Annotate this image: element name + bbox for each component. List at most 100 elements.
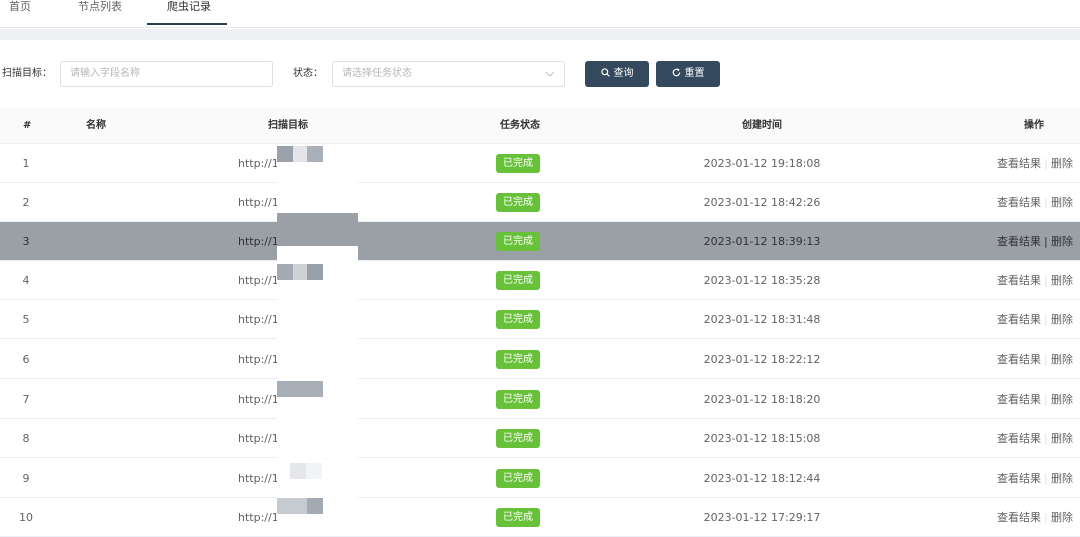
status-badge: 已完成 [496,469,540,488]
redaction-pixel [277,264,293,280]
status-label: 状态： [293,68,323,79]
row-time: 2023-01-12 19:18:08 [703,157,821,170]
view-result-link[interactable]: 查看结果 [997,380,1041,419]
row-time: 2023-01-12 18:35:28 [703,274,821,287]
row-time: 2023-01-12 18:12:44 [703,472,821,485]
delete-link[interactable]: 删除 [1051,380,1073,419]
row-time: 2023-01-12 18:31:48 [703,313,821,326]
table-row[interactable]: 10 http://10 已完成 2023-01-12 17:29:17 查看结… [0,498,1080,537]
row-index: 8 [22,432,30,445]
header-status: 任务状态 [500,120,540,131]
view-result-link[interactable]: 查看结果 [997,300,1041,339]
table-row[interactable]: 7 http://10 已完成 2023-01-12 18:18:20 查看结果… [0,380,1080,419]
row-time: 2023-01-12 18:15:08 [703,432,821,445]
row-index: 3 [22,235,30,248]
table-row[interactable]: 2 http://10 已完成 2023-01-12 18:42:26 查看结果… [0,183,1080,222]
row-time: 2023-01-12 18:42:26 [703,196,821,209]
redaction-pixel [293,264,307,280]
redaction-pixel [277,381,323,397]
delete-link[interactable]: 删除 [1051,222,1073,261]
target-search-input[interactable]: 请输入字段名称 [60,61,273,87]
action-separator: | [1044,353,1048,366]
view-result-link[interactable]: 查看结果 [997,183,1041,222]
redaction-pixel [307,264,323,280]
status-badge: 已完成 [496,154,540,173]
view-result-link[interactable]: 查看结果 [997,459,1041,498]
table-row[interactable]: 1 http://10 已完成 2023-01-12 19:18:08 查看结果… [0,144,1080,183]
tab-home[interactable]: 首页 [9,0,31,27]
table-header: # 名称 扫描目标 任务状态 创建时间 操作 [0,108,1080,144]
row-time: 2023-01-12 17:29:17 [703,511,821,524]
row-index: 6 [22,353,30,366]
header-target: 扫描目标 [268,120,308,131]
delete-link[interactable]: 删除 [1051,459,1073,498]
view-result-link[interactable]: 查看结果 [997,261,1041,300]
delete-link[interactable]: 删除 [1051,498,1073,537]
table-row[interactable]: 6 http://10 已完成 2023-01-12 18:22:12 查看结果… [0,340,1080,379]
status-badge: 已完成 [496,429,540,448]
table-row[interactable]: 4 http://10 已完成 2023-01-12 18:35:28 查看结果… [0,261,1080,300]
view-result-link[interactable]: 查看结果 [997,498,1041,537]
status-badge: 已完成 [496,232,540,251]
query-button[interactable]: 查询 [585,61,649,87]
row-index: 10 [19,511,33,524]
row-time: 2023-01-12 18:39:13 [703,235,821,248]
delete-link[interactable]: 删除 [1051,183,1073,222]
row-index: 7 [22,393,30,406]
status-badge: 已完成 [496,193,540,212]
delete-link[interactable]: 删除 [1051,300,1073,339]
row-time: 2023-01-12 18:22:12 [703,353,821,366]
header-name: 名称 [86,120,106,131]
view-result-link[interactable]: 查看结果 [997,144,1041,183]
redaction-pixel [277,213,358,246]
status-badge: 已完成 [496,350,540,369]
status-badge: 已完成 [496,310,540,329]
reset-button[interactable]: 重置 [656,61,720,87]
section-divider [0,29,1080,40]
action-separator: | [1044,511,1048,524]
status-select[interactable]: 请选择任务状态 [332,61,565,87]
view-result-link[interactable]: 查看结果 [997,340,1041,379]
action-separator: | [1044,472,1048,485]
top-nav: 首页 节点列表 爬虫记录 [0,0,1080,28]
view-result-link[interactable]: 查看结果 [997,222,1041,261]
table-row[interactable]: 5 http://10 已完成 2023-01-12 18:31:48 查看结果… [0,300,1080,339]
action-separator: | [1044,274,1048,287]
row-index: 9 [22,472,30,485]
row-time: 2023-01-12 18:18:20 [703,393,821,406]
delete-link[interactable]: 删除 [1051,144,1073,183]
row-index: 5 [22,313,30,326]
search-icon [600,68,610,77]
action-separator: | [1044,235,1048,248]
action-separator: | [1044,196,1048,209]
chevron-down-icon [545,71,555,77]
table-row[interactable]: 9 http://10 已完成 2023-01-12 18:12:44 查看结果… [0,459,1080,498]
header-index: # [23,120,32,131]
status-badge: 已完成 [496,508,540,527]
action-separator: | [1044,393,1048,406]
redaction-pixel [293,146,307,162]
refresh-icon [672,68,680,77]
delete-link[interactable]: 删除 [1051,261,1073,300]
table-row-highlighted[interactable]: 3 http://10 已完成 2023-01-12 18:39:13 查看结果… [0,222,1080,261]
redaction-pixel [290,463,306,479]
table-row[interactable]: 8 http://10 已完成 2023-01-12 18:15:08 查看结果… [0,419,1080,458]
redaction-pixel [307,146,323,162]
redaction-pixel [306,463,322,479]
delete-link[interactable]: 删除 [1051,340,1073,379]
tab-node-list[interactable]: 节点列表 [78,0,122,27]
status-badge: 已完成 [496,271,540,290]
redaction-pixel [307,498,323,514]
delete-link[interactable]: 删除 [1051,419,1073,458]
row-index: 2 [22,196,30,209]
view-result-link[interactable]: 查看结果 [997,419,1041,458]
action-separator: | [1044,313,1048,326]
target-label: 扫描目标： [2,68,52,79]
header-actions: 操作 [1024,120,1044,131]
row-index: 1 [22,157,30,170]
status-select-placeholder: 请选择任务状态 [342,68,412,79]
action-separator: | [1044,432,1048,445]
redaction-pixel [277,498,307,514]
status-badge: 已完成 [496,390,540,409]
query-button-label: 查询 [613,68,634,79]
